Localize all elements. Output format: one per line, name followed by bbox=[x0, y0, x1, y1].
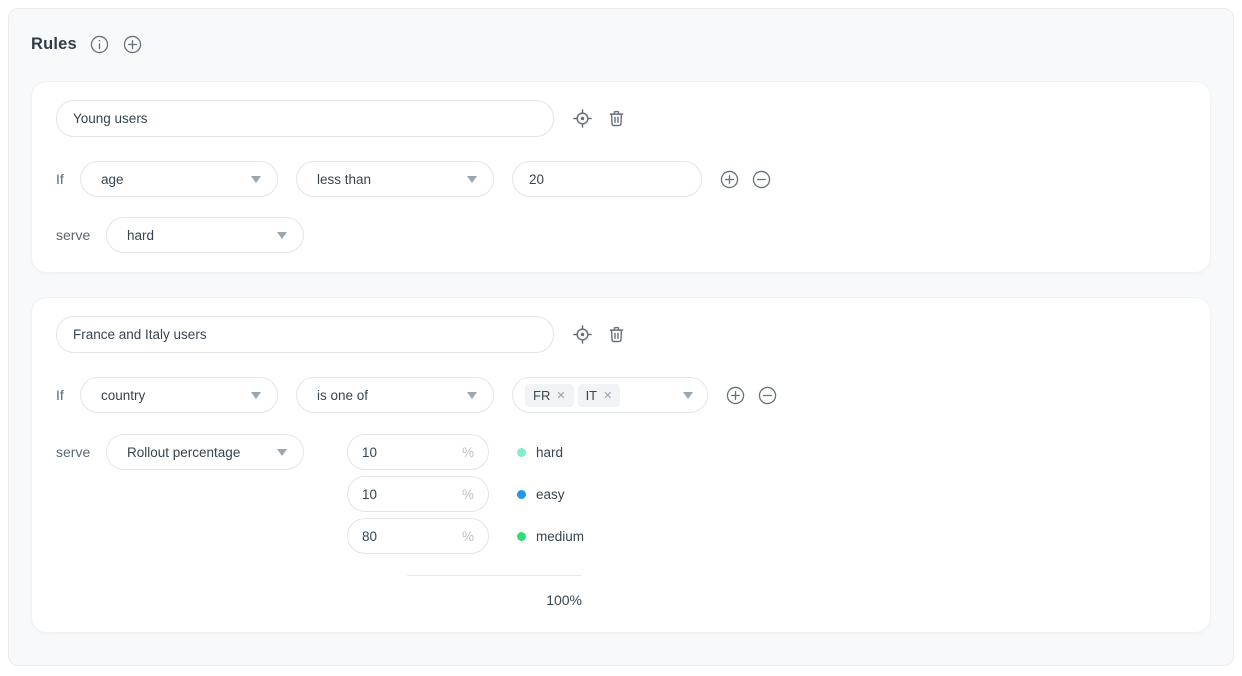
add-condition-icon[interactable] bbox=[725, 385, 746, 406]
target-icon[interactable] bbox=[572, 324, 593, 345]
if-label: If bbox=[56, 171, 80, 187]
variant-label: easy bbox=[536, 487, 565, 502]
remove-tag-icon[interactable]: ✕ bbox=[556, 389, 565, 402]
serve-variant-value: hard bbox=[127, 228, 154, 243]
remove-tag-icon[interactable]: ✕ bbox=[603, 389, 612, 402]
rollout-row: % medium bbox=[347, 518, 583, 554]
percent-input-box: % bbox=[347, 476, 489, 512]
add-condition-icon[interactable] bbox=[719, 169, 740, 190]
percent-input[interactable] bbox=[362, 487, 462, 502]
operator-select-value: is one of bbox=[317, 388, 368, 403]
serve-variant-select[interactable]: hard bbox=[106, 217, 304, 253]
chevron-down-icon bbox=[277, 449, 287, 456]
rules-header: Rules bbox=[31, 34, 1211, 55]
chevron-down-icon bbox=[467, 392, 477, 399]
variant-color-dot bbox=[517, 448, 526, 457]
percent-suffix: % bbox=[462, 487, 474, 502]
percent-suffix: % bbox=[462, 445, 474, 460]
target-icon[interactable] bbox=[572, 108, 593, 129]
remove-condition-icon[interactable] bbox=[757, 385, 778, 406]
value-tag: FR ✕ bbox=[525, 384, 574, 407]
rollout-row: % hard bbox=[347, 434, 583, 470]
variant-color-dot bbox=[517, 490, 526, 499]
serve-label: serve bbox=[56, 227, 106, 243]
percent-input[interactable] bbox=[362, 445, 462, 460]
rule-name-input[interactable] bbox=[56, 316, 554, 353]
total-divider bbox=[407, 575, 582, 576]
variant-color-dot bbox=[517, 532, 526, 541]
rule-card-young-users: If age less than serve bbox=[31, 81, 1211, 273]
rule-name-input[interactable] bbox=[56, 100, 554, 137]
serve-strategy-select[interactable]: Rollout percentage bbox=[106, 434, 304, 470]
value-tag-label: FR bbox=[533, 388, 550, 403]
page-title: Rules bbox=[31, 35, 77, 54]
chevron-down-icon bbox=[277, 232, 287, 239]
rollout-total: 100% bbox=[347, 592, 582, 608]
percent-suffix: % bbox=[462, 529, 474, 544]
chevron-down-icon bbox=[467, 176, 477, 183]
trash-icon[interactable] bbox=[606, 324, 627, 345]
add-rule-icon[interactable] bbox=[122, 34, 143, 55]
serve-label: serve bbox=[56, 444, 106, 460]
condition-value-input[interactable] bbox=[512, 161, 702, 197]
operator-select[interactable]: is one of bbox=[296, 377, 494, 413]
attribute-select-value: country bbox=[101, 388, 145, 403]
attribute-select-value: age bbox=[101, 172, 124, 187]
rollout-row: % easy bbox=[347, 476, 583, 512]
variant-label: hard bbox=[536, 445, 563, 460]
value-tag-label: IT bbox=[586, 388, 598, 403]
chevron-down-icon bbox=[251, 176, 261, 183]
rules-panel: Rules bbox=[8, 8, 1234, 666]
variant-label: medium bbox=[536, 529, 584, 544]
percent-input-box: % bbox=[347, 518, 489, 554]
attribute-select[interactable]: country bbox=[80, 377, 278, 413]
chevron-down-icon bbox=[251, 392, 261, 399]
info-icon[interactable] bbox=[89, 34, 110, 55]
trash-icon[interactable] bbox=[606, 108, 627, 129]
serve-strategy-value: Rollout percentage bbox=[127, 445, 240, 460]
rollout-percentages: % hard % easy % bbox=[347, 434, 583, 608]
value-tag: IT ✕ bbox=[578, 384, 621, 407]
operator-select[interactable]: less than bbox=[296, 161, 494, 197]
if-label: If bbox=[56, 387, 80, 403]
chevron-down-icon bbox=[683, 392, 693, 399]
rule-card-france-italy: If country is one of FR ✕ IT ✕ bbox=[31, 297, 1211, 633]
percent-input-box: % bbox=[347, 434, 489, 470]
condition-values-multiselect[interactable]: FR ✕ IT ✕ bbox=[512, 377, 708, 413]
percent-input[interactable] bbox=[362, 529, 462, 544]
remove-condition-icon[interactable] bbox=[751, 169, 772, 190]
attribute-select[interactable]: age bbox=[80, 161, 278, 197]
operator-select-value: less than bbox=[317, 172, 371, 187]
